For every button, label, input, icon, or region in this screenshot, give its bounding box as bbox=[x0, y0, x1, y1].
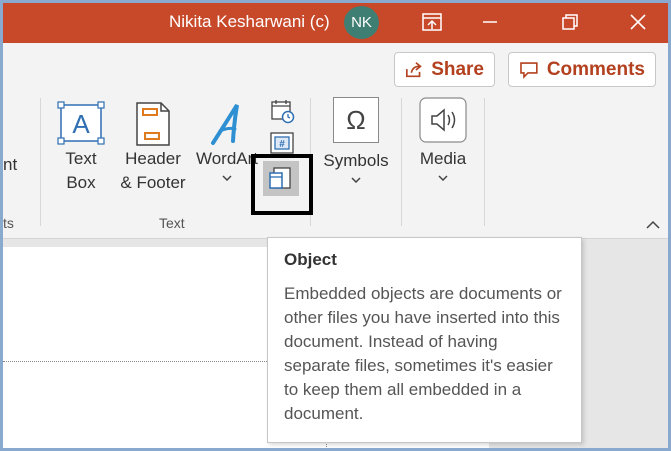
header-footer-label-1: Header bbox=[125, 149, 181, 168]
minimize-icon bbox=[483, 21, 497, 23]
close-icon bbox=[630, 14, 646, 30]
highlight-box bbox=[251, 154, 313, 215]
comments-button[interactable]: Comments bbox=[508, 52, 656, 87]
partial-button-label: nt bbox=[3, 155, 18, 174]
date-time-button[interactable] bbox=[267, 97, 297, 125]
text-box-label-1: Text bbox=[65, 149, 97, 168]
partial-group-label: ts bbox=[3, 215, 14, 231]
ribbon-display-icon bbox=[422, 13, 442, 31]
title-bar: Nikita Kesharwani (c) NK bbox=[3, 3, 668, 43]
minimize-button[interactable] bbox=[470, 7, 510, 37]
group-separator bbox=[401, 98, 402, 226]
header-footer-button[interactable]: Header & Footer bbox=[115, 101, 191, 195]
object-tooltip: Object Embedded objects are documents or… bbox=[267, 237, 582, 443]
text-box-icon: A bbox=[57, 101, 105, 145]
group-separator bbox=[484, 98, 485, 226]
slide-number-button[interactable]: # bbox=[267, 129, 297, 157]
share-icon bbox=[406, 61, 422, 77]
media-button[interactable]: Media bbox=[413, 97, 473, 181]
restore-icon bbox=[562, 14, 578, 30]
app-window: Nikita Kesharwani (c) NK Share Comments … bbox=[0, 0, 671, 451]
chevron-down-icon bbox=[351, 177, 361, 183]
calendar-clock-icon bbox=[271, 100, 295, 124]
omega-icon: Ω bbox=[333, 97, 379, 143]
ribbon-display-options-button[interactable] bbox=[412, 7, 452, 37]
svg-text:A: A bbox=[72, 109, 90, 139]
close-button[interactable] bbox=[618, 7, 658, 37]
comment-icon bbox=[520, 61, 538, 79]
ribbon: Share Comments nt ts A Text Box Header &… bbox=[3, 43, 668, 239]
chevron-down-icon bbox=[438, 175, 448, 181]
restore-button[interactable] bbox=[550, 7, 590, 37]
symbols-button[interactable]: Ω Symbols bbox=[321, 97, 391, 183]
symbols-label: Symbols bbox=[323, 151, 389, 170]
text-group-label: Text bbox=[159, 215, 185, 231]
tooltip-body: Embedded objects are documents or other … bbox=[284, 284, 562, 423]
collapse-ribbon-icon[interactable] bbox=[646, 220, 660, 229]
share-button[interactable]: Share bbox=[394, 52, 495, 87]
text-box-label-2: Box bbox=[66, 173, 96, 192]
header-footer-label-2: & Footer bbox=[120, 173, 186, 192]
media-label: Media bbox=[419, 149, 467, 168]
text-box-button[interactable]: A Text Box bbox=[56, 101, 106, 195]
chevron-down-icon bbox=[222, 175, 232, 181]
user-name: Nikita Kesharwani (c) bbox=[169, 12, 330, 31]
group-separator bbox=[40, 98, 41, 226]
tooltip-title: Object bbox=[284, 250, 337, 269]
comments-label: Comments bbox=[546, 58, 645, 80]
avatar[interactable]: NK bbox=[344, 6, 379, 39]
share-label: Share bbox=[431, 58, 484, 80]
speaker-icon bbox=[419, 97, 467, 143]
wordart-icon bbox=[211, 103, 239, 145]
slide-number-icon: # bbox=[270, 132, 294, 154]
header-footer-icon bbox=[136, 102, 170, 146]
svg-text:#: # bbox=[279, 139, 285, 150]
